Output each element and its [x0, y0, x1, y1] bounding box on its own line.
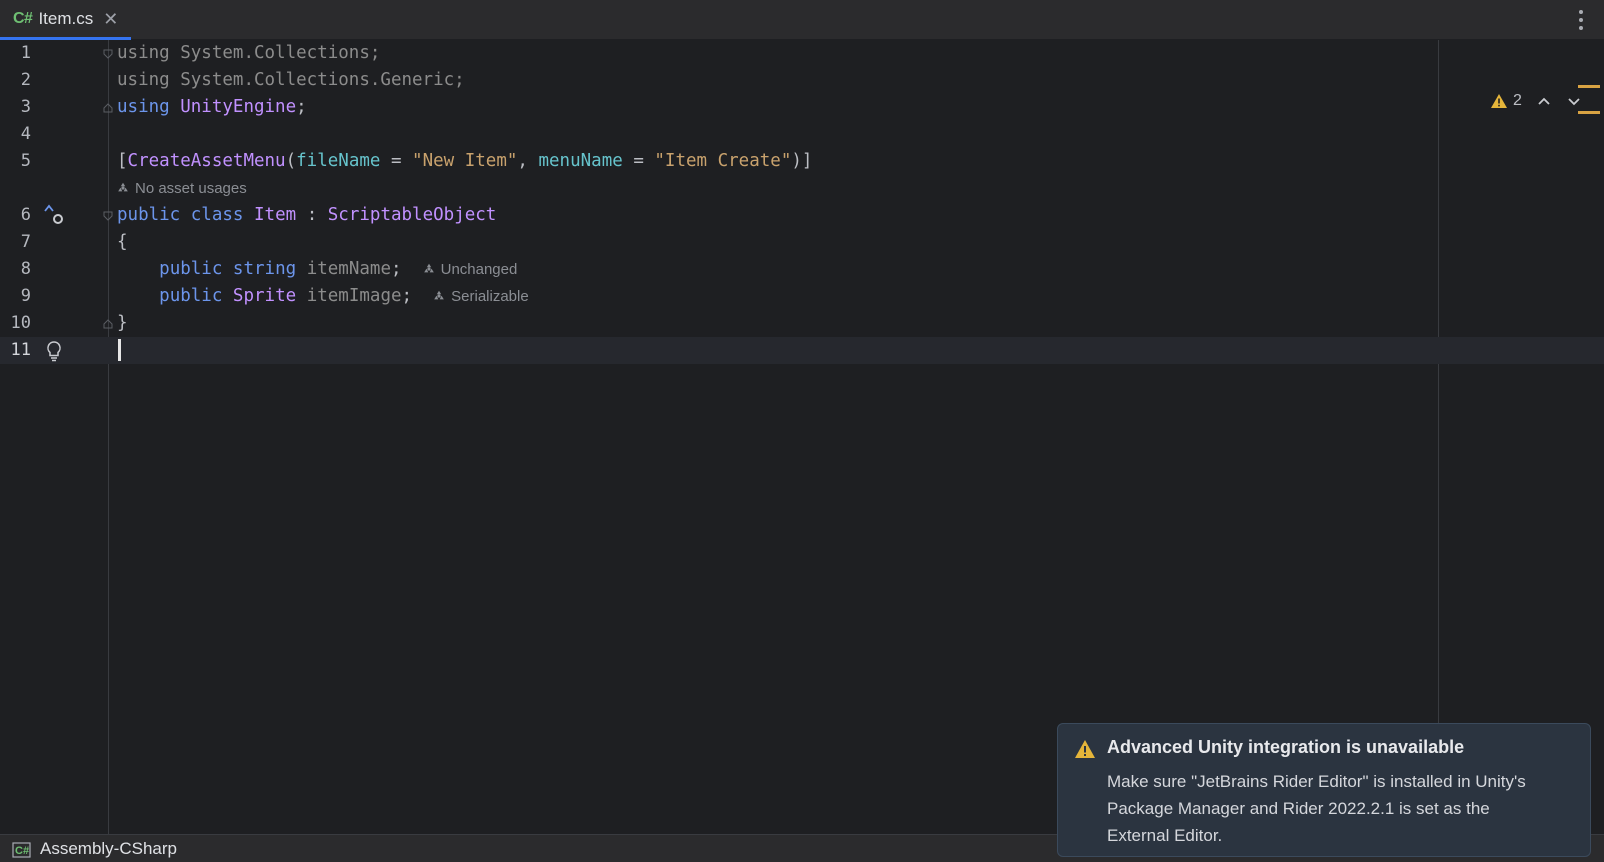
code-line[interactable]: 2 using System.Collections.Generic; — [0, 67, 1604, 94]
editor-tab-bar: C# Item.cs ✕ — [0, 0, 1604, 40]
line-number: 7 — [20, 232, 31, 252]
field-name: itemImage — [306, 286, 402, 306]
code-text: [ — [117, 151, 128, 171]
code-line[interactable]: 9 public Sprite itemImage; Serializable — [0, 283, 1604, 310]
code-editor[interactable]: 1 using System.Collections; 2 using Syst… — [0, 40, 1604, 834]
code-text: )] — [791, 151, 813, 171]
line-number: 2 — [20, 70, 31, 90]
csharp-project-icon: C# — [12, 841, 31, 858]
line-number: 10 — [10, 313, 31, 333]
svg-text:C#: C# — [15, 845, 29, 857]
line-number: 8 — [20, 259, 31, 279]
notification-title: Advanced Unity integration is unavailabl… — [1107, 737, 1465, 757]
parameter-name: menuName — [538, 151, 623, 171]
csharp-file-icon: C# — [13, 9, 33, 27]
hint-text: No asset usages — [135, 180, 247, 197]
code-line[interactable]: 10 } — [0, 310, 1604, 337]
warning-stripe-marker[interactable] — [1578, 111, 1600, 114]
keyword: using — [117, 43, 170, 63]
unity-icon — [118, 182, 128, 192]
code-line[interactable]: 6 public class Item : ScriptableObject — [0, 202, 1604, 229]
code-text: System.Collections.Generic; — [169, 70, 465, 90]
code-text: , — [517, 151, 539, 171]
code-text: ; — [390, 259, 402, 279]
fold-end-icon[interactable] — [103, 319, 113, 329]
namespace: UnityEngine — [180, 97, 297, 117]
string-literal: "Item Create" — [654, 151, 792, 171]
fold-start-icon[interactable] — [103, 211, 113, 221]
unity-icon — [423, 263, 434, 273]
chevron-down-icon[interactable] — [1566, 93, 1582, 109]
code-text: ( — [285, 151, 297, 171]
lightbulb-icon[interactable] — [44, 339, 64, 368]
tab-label: Item.cs — [38, 8, 94, 28]
asset-usages-hint[interactable]: No asset usages — [117, 176, 247, 202]
type-name: Sprite — [232, 286, 297, 306]
line-number: 6 — [20, 205, 31, 225]
close-tab-icon[interactable]: ✕ — [103, 10, 118, 28]
code-text: { — [117, 232, 128, 252]
line-number: 11 — [10, 340, 31, 360]
code-line-current[interactable]: 11 — [0, 337, 1604, 364]
code-text: : — [296, 205, 328, 225]
code-line[interactable]: 7 { — [0, 229, 1604, 256]
warning-count-label: 2 — [1513, 92, 1522, 109]
code-text: System.Collections; — [169, 43, 381, 63]
tab-item-cs[interactable]: C# Item.cs ✕ — [0, 0, 131, 40]
code-text: } — [117, 313, 128, 333]
inspection-widget[interactable]: 2 — [1490, 92, 1582, 110]
notification-balloon[interactable]: Advanced Unity integration is unavailabl… — [1057, 723, 1591, 857]
notification-body: Make sure "JetBrains Rider Editor" is in… — [1107, 772, 1526, 845]
keyword: public — [159, 259, 223, 279]
more-options-icon[interactable] — [1578, 10, 1584, 30]
code-text: = — [622, 151, 655, 171]
project-name[interactable]: Assembly-CSharp — [40, 839, 177, 859]
chevron-up-icon[interactable] — [1536, 93, 1552, 109]
line-number: 5 — [20, 151, 31, 171]
code-line[interactable]: 4 — [0, 121, 1604, 148]
string-literal: "New Item" — [412, 151, 518, 171]
code-line[interactable]: 3 using UnityEngine; — [0, 94, 1604, 121]
keyword: public — [117, 205, 181, 225]
hint-text: Serializable — [451, 288, 529, 305]
code-text: = — [380, 151, 413, 171]
code-text: ; — [401, 286, 413, 306]
class-name: Item — [254, 205, 297, 225]
line-number: 3 — [20, 97, 31, 117]
keyword: class — [190, 205, 244, 225]
field-name: itemName — [306, 259, 391, 279]
line-number: 4 — [20, 124, 31, 144]
parameter-name: fileName — [296, 151, 381, 171]
warning-stripe-marker[interactable] — [1578, 85, 1600, 88]
keyword: public — [159, 286, 223, 306]
unity-icon — [434, 290, 444, 300]
warning-icon — [1075, 740, 1095, 758]
keyword: using — [117, 70, 170, 90]
attribute-name: CreateAssetMenu — [127, 151, 286, 171]
code-line[interactable]: 1 using System.Collections; — [0, 40, 1604, 67]
fold-start-icon[interactable] — [103, 49, 113, 59]
warning-icon — [1491, 94, 1507, 108]
keyword: using — [117, 97, 170, 117]
serialization-hint[interactable]: Serializable — [433, 288, 529, 305]
hint-text: Unchanged — [440, 261, 518, 278]
line-number: 1 — [20, 43, 31, 63]
serialization-hint[interactable]: Unchanged — [423, 261, 518, 278]
code-text: ; — [296, 97, 307, 117]
warning-count[interactable]: 2 — [1490, 92, 1522, 110]
fold-end-icon[interactable] — [103, 103, 113, 113]
keyword: string — [232, 259, 297, 279]
code-line[interactable]: 8 public string itemName; Unchanged — [0, 256, 1604, 283]
code-line[interactable]: 5 [CreateAssetMenu(fileName = "New Item"… — [0, 148, 1604, 175]
line-number: 9 — [20, 286, 31, 306]
text-cursor — [118, 339, 121, 361]
implements-icon[interactable] — [42, 203, 66, 232]
base-class-name: ScriptableObject — [327, 205, 497, 225]
